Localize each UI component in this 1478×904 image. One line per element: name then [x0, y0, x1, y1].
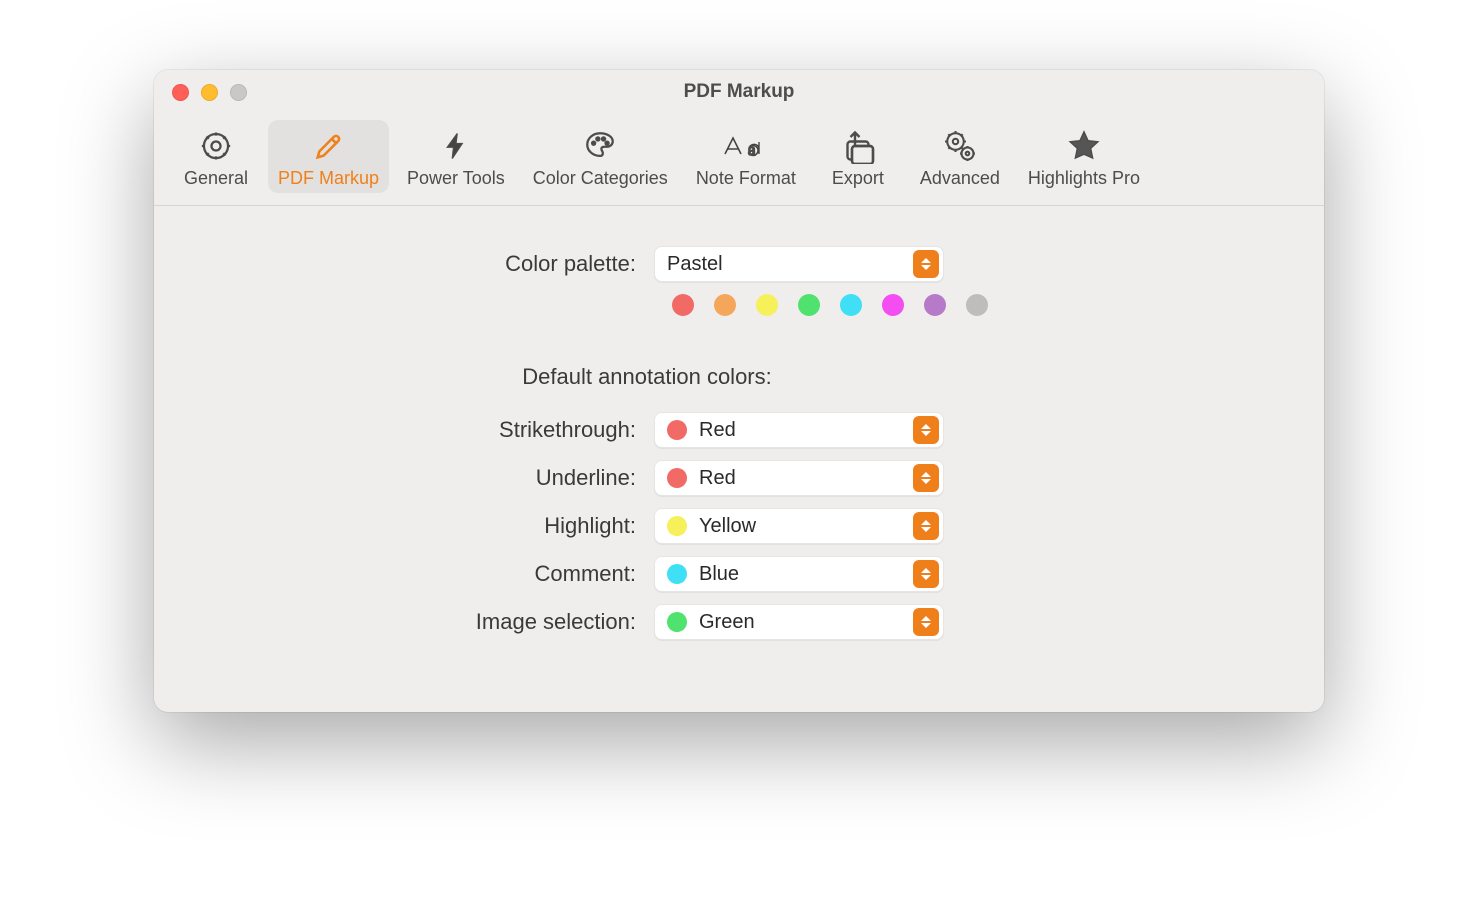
svg-text:a: a	[748, 140, 756, 159]
titlebar: PDF Markup	[154, 70, 1324, 114]
swatch-gray	[966, 294, 988, 316]
comment-select[interactable]: Blue	[654, 556, 944, 592]
tab-label: Export	[832, 168, 884, 189]
minimize-icon[interactable]	[201, 84, 218, 101]
color-swatch-icon	[667, 516, 687, 536]
swatch-cyan	[840, 294, 862, 316]
chevron-updown-icon	[913, 416, 939, 444]
swatch-red	[672, 294, 694, 316]
tab-label: Advanced	[920, 168, 1000, 189]
comment-label: Comment:	[194, 561, 654, 587]
preferences-window: PDF Markup General PDF Markup	[154, 70, 1324, 712]
star-icon	[1066, 126, 1102, 166]
color-swatch-icon	[667, 564, 687, 584]
gears-icon	[940, 126, 980, 166]
underline-label: Underline:	[194, 465, 654, 491]
color-swatch-icon	[667, 468, 687, 488]
row-underline: Underline: Red	[194, 460, 1284, 496]
chevron-updown-icon	[913, 560, 939, 588]
row-highlight: Highlight: Yellow	[194, 508, 1284, 544]
swatch-magenta	[882, 294, 904, 316]
tab-label: Color Categories	[533, 168, 668, 189]
tab-label: General	[184, 168, 248, 189]
color-swatch-icon	[667, 420, 687, 440]
row-image-selection: Image selection: Green	[194, 604, 1284, 640]
underline-select[interactable]: Red	[654, 460, 944, 496]
color-palette-label: Color palette:	[194, 251, 654, 277]
gear-icon	[199, 126, 233, 166]
row-comment: Comment: Blue	[194, 556, 1284, 592]
window-controls	[172, 84, 247, 101]
swatch-green	[798, 294, 820, 316]
tab-note-format[interactable]: a Note Format	[686, 120, 806, 193]
tab-color-categories[interactable]: Color Categories	[523, 120, 678, 193]
select-value: Yellow	[699, 515, 913, 538]
close-icon[interactable]	[172, 84, 189, 101]
image-selection-label: Image selection:	[194, 609, 654, 635]
select-value: Pastel	[667, 253, 913, 276]
select-value: Blue	[699, 563, 913, 586]
swatch-purple	[924, 294, 946, 316]
chevron-updown-icon	[913, 608, 939, 636]
highlight-label: Highlight:	[194, 513, 654, 539]
tab-pdf-markup[interactable]: PDF Markup	[268, 120, 389, 193]
image-selection-select[interactable]: Green	[654, 604, 944, 640]
chevron-updown-icon	[913, 464, 939, 492]
select-value: Red	[699, 419, 913, 442]
tab-power-tools[interactable]: Power Tools	[397, 120, 515, 193]
pencil-icon	[312, 126, 346, 166]
palette-icon	[580, 126, 620, 166]
tab-label: Power Tools	[407, 168, 505, 189]
highlight-select[interactable]: Yellow	[654, 508, 944, 544]
select-value: Green	[699, 611, 913, 634]
row-color-palette: Color palette: Pastel	[194, 246, 1284, 282]
tab-label: Highlights Pro	[1028, 168, 1140, 189]
section-title: Default annotation colors:	[272, 364, 1022, 390]
tab-advanced[interactable]: Advanced	[910, 120, 1010, 193]
settings-panel: Color palette: Pastel Default annotation…	[154, 206, 1324, 712]
swatch-yellow	[756, 294, 778, 316]
palette-swatches	[672, 294, 1284, 316]
color-palette-select[interactable]: Pastel	[654, 246, 944, 282]
tab-label: Note Format	[696, 168, 796, 189]
bolt-icon	[441, 126, 471, 166]
share-icon	[840, 126, 876, 166]
strikethrough-select[interactable]: Red	[654, 412, 944, 448]
select-value: Red	[699, 467, 913, 490]
row-strikethrough: Strikethrough: Red	[194, 412, 1284, 448]
tab-highlights-pro[interactable]: Highlights Pro	[1018, 120, 1150, 193]
strikethrough-label: Strikethrough:	[194, 417, 654, 443]
tab-export[interactable]: Export	[814, 120, 902, 193]
typography-icon: a	[721, 126, 771, 166]
tab-label: PDF Markup	[278, 168, 379, 189]
color-swatch-icon	[667, 612, 687, 632]
toolbar: General PDF Markup Power Tools	[154, 114, 1324, 206]
zoom-icon[interactable]	[230, 84, 247, 101]
tab-general[interactable]: General	[172, 120, 260, 193]
window-title: PDF Markup	[684, 81, 795, 103]
chevron-updown-icon	[913, 512, 939, 540]
swatch-orange	[714, 294, 736, 316]
chevron-updown-icon	[913, 250, 939, 278]
